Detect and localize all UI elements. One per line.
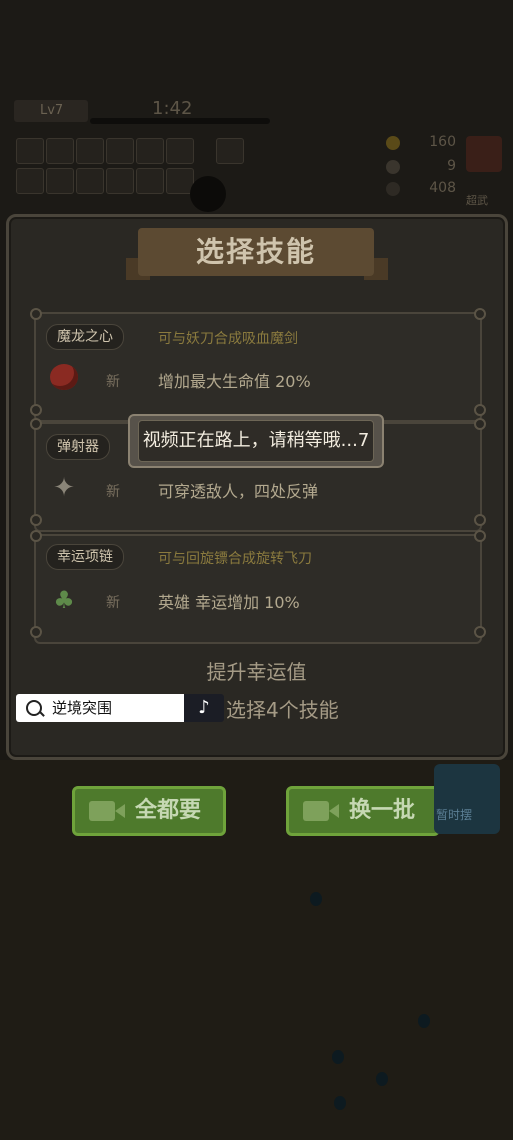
skill-name: 魔龙之心 [46,324,124,350]
passive-slot [136,168,164,194]
refresh-batch-label: 换一批 [349,798,416,823]
passive-slot [16,168,44,194]
card-corner-ornament [474,530,486,542]
passive-slot [46,168,74,194]
super-weapon-label: 超武 [466,194,488,207]
side-tv-label: 暂时摆 [436,808,473,822]
toast-message: 视频正在路上，请稍等哦...7 [138,420,374,462]
weapon-slot [46,138,74,164]
search-icon [26,700,42,716]
new-badge: 新 [106,374,120,390]
level-indicator: Lv7 [14,100,88,122]
video-icon [303,801,339,821]
weapon-slot [16,138,44,164]
skill-description: 英雄 幸运增加 10% [158,593,300,612]
card-corner-ornament [474,418,486,430]
weapon-slot [166,138,194,164]
card-corner-ornament [30,404,42,416]
skill-name: 弹射器 [46,434,110,460]
card-corner-ornament [30,626,42,638]
card-corner-ornament [30,418,42,430]
enemy-sprite [190,176,226,212]
card-corner-ornament [474,626,486,638]
skill-hint: 可与回旋镖合成旋转飞刀 [158,551,312,567]
gem-count: 9 [447,158,456,174]
tiktok-icon[interactable]: ♪ [184,694,224,722]
dialog-title: 选择技能 [195,235,316,268]
skill-name: 幸运项链 [46,544,124,570]
enemy-orb [376,1072,388,1086]
super-weapon-icon[interactable] [466,136,502,172]
search-query[interactable]: 逆境突围 [52,694,112,722]
card-corner-ornament [474,514,486,526]
side-tv-button[interactable] [434,764,500,834]
enemy-orb [334,1096,346,1110]
timer: 1:42 [152,98,193,119]
pick-four-skills-link[interactable]: 选择4个技能 [226,694,339,723]
skill-description: 增加最大生命值 20% [158,372,311,391]
card-corner-ornament [30,514,42,526]
take-all-button[interactable]: 全都要 [72,786,226,836]
enemy-orb [310,892,322,906]
video-icon [89,801,125,821]
skill-description: 可穿透敌人，四处反弹 [158,482,319,501]
weapon-slot [76,138,104,164]
take-all-label: 全都要 [135,798,202,823]
kill-count: 408 [429,180,456,196]
card-corner-ornament [30,530,42,542]
weapon-slot [106,138,134,164]
new-badge: 新 [106,484,120,500]
new-badge: 新 [106,595,120,611]
weapon-slot [216,138,244,164]
red-gem-icon [50,364,78,390]
clover-necklace-icon: ♣ [53,586,75,614]
passive-slot [106,168,134,194]
card-corner-ornament [474,308,486,320]
shuriken-icon: ✦ [53,473,75,503]
weapon-slot [136,138,164,164]
skill-hint: 可与妖刀合成吸血魔剑 [158,331,298,347]
card-corner-ornament [474,404,486,416]
passive-slot [76,168,104,194]
enemy-orb [332,1050,344,1064]
increase-luck-link[interactable]: 提升幸运值 [0,656,513,685]
enemy-orb [418,1014,430,1028]
refresh-batch-button[interactable]: 换一批 [286,786,440,836]
card-corner-ornament [30,308,42,320]
coin-count: 160 [429,134,456,150]
